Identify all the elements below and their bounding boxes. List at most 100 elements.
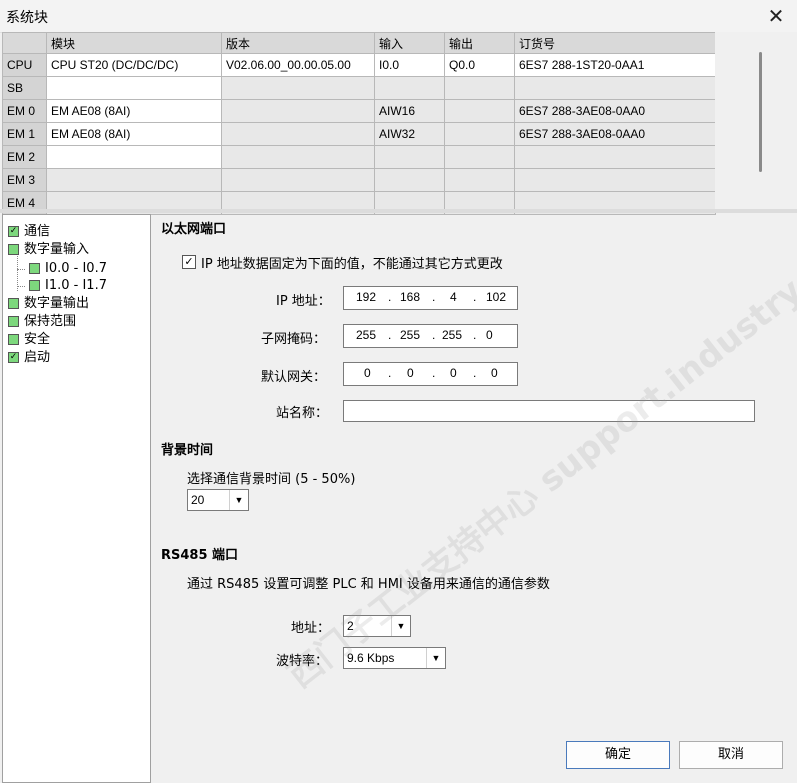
tree-item-retentive[interactable]: 保持范围 bbox=[8, 313, 76, 331]
slot-cell: CPU bbox=[2, 53, 47, 77]
module-cell[interactable] bbox=[46, 168, 222, 192]
table-row[interactable]: SB bbox=[2, 76, 716, 100]
module-cell[interactable] bbox=[46, 76, 222, 100]
baud-rate-select[interactable]: 9.6 Kbps ▼ bbox=[343, 647, 446, 669]
order-cell bbox=[514, 168, 716, 192]
input-cell: AIW32 bbox=[374, 122, 445, 146]
rs485-heading: RS485 端口 bbox=[161, 548, 239, 563]
col-header-slot bbox=[2, 32, 47, 54]
checked-box-icon: ✓ bbox=[8, 351, 19, 363]
col-header-output: 输出 bbox=[444, 32, 515, 54]
green-box-icon bbox=[8, 315, 19, 327]
close-icon[interactable]: ✕ bbox=[763, 3, 789, 29]
chevron-down-icon: ▼ bbox=[391, 616, 410, 636]
output-cell bbox=[444, 122, 515, 146]
splitter[interactable] bbox=[0, 209, 797, 213]
checked-box-icon: ✓ bbox=[8, 225, 19, 237]
subnet-mask-input[interactable]: 255 . 255 . 255 . 0 bbox=[343, 324, 518, 348]
fixed-ip-label: IP 地址数据固定为下面的值，不能通过其它方式更改 bbox=[201, 257, 503, 272]
version-cell: V02.06.00_00.00.05.00 bbox=[221, 53, 375, 77]
background-time-select[interactable]: 20 ▼ bbox=[187, 489, 249, 511]
baud-label: 波特率： bbox=[276, 654, 329, 669]
order-cell bbox=[514, 145, 716, 169]
order-cell: 6ES7 288-1ST20-0AA1 bbox=[514, 53, 716, 77]
title-bar: 系统块 ✕ bbox=[0, 0, 797, 33]
output-cell bbox=[444, 76, 515, 100]
ip-address-input[interactable]: 192 . 168 . 4 . 102 bbox=[343, 286, 518, 310]
tree-connector bbox=[17, 269, 25, 270]
table-row[interactable]: EM 3 bbox=[2, 168, 716, 192]
col-header-order: 订货号 bbox=[514, 32, 716, 54]
input-cell bbox=[374, 76, 445, 100]
ip-label: IP 地址： bbox=[276, 294, 331, 309]
window-title: 系统块 bbox=[6, 10, 48, 26]
green-box-icon bbox=[8, 243, 19, 255]
slot-cell: SB bbox=[2, 76, 47, 100]
address-label: 地址： bbox=[291, 621, 331, 636]
version-cell bbox=[221, 145, 375, 169]
table-row[interactable]: EM 1 EM AE08 (8AI) AIW32 6ES7 288-3AE08-… bbox=[2, 122, 716, 146]
table-row[interactable]: EM 2 bbox=[2, 145, 716, 169]
green-box-icon bbox=[8, 333, 19, 345]
fixed-ip-checkbox[interactable]: ✓ bbox=[182, 255, 196, 269]
settings-panel: 以太网端口 ✓ IP 地址数据固定为下面的值，不能通过其它方式更改 IP 地址：… bbox=[151, 214, 797, 783]
output-cell: Q0.0 bbox=[444, 53, 515, 77]
address-select[interactable]: 2 ▼ bbox=[343, 615, 411, 637]
input-cell: AIW16 bbox=[374, 99, 445, 123]
input-cell bbox=[374, 168, 445, 192]
gateway-input[interactable]: 0 . 0 . 0 . 0 bbox=[343, 362, 518, 386]
col-header-module: 模块 bbox=[46, 32, 222, 54]
version-cell bbox=[221, 122, 375, 146]
output-cell bbox=[444, 168, 515, 192]
output-cell bbox=[444, 99, 515, 123]
slot-cell: EM 3 bbox=[2, 168, 47, 192]
module-table: 模块 版本 输入 输出 订货号 CPU CPU ST20 (DC/DC/DC) … bbox=[2, 32, 716, 215]
order-cell: 6ES7 288-3AE08-0AA0 bbox=[514, 122, 716, 146]
table-scrollbar[interactable] bbox=[715, 32, 797, 209]
order-cell bbox=[514, 76, 716, 100]
settings-tree: ✓ 通信 数字量输入 I0.0 - I0.7 I1.0 - I1.7 数字量输出 … bbox=[2, 214, 151, 783]
module-cell[interactable]: CPU ST20 (DC/DC/DC) bbox=[46, 53, 222, 77]
green-box-icon bbox=[8, 297, 19, 309]
order-cell: 6ES7 288-3AE08-0AA0 bbox=[514, 99, 716, 123]
background-select-label: 选择通信背景时间 (5 - 50%) bbox=[187, 472, 356, 487]
station-name-input[interactable] bbox=[343, 400, 755, 422]
green-box-icon bbox=[29, 262, 40, 274]
table-row[interactable]: CPU CPU ST20 (DC/DC/DC) V02.06.00_00.00.… bbox=[2, 53, 716, 77]
chevron-down-icon: ▼ bbox=[229, 490, 248, 510]
tree-item-digital-output[interactable]: 数字量输出 bbox=[8, 295, 89, 313]
version-cell bbox=[221, 76, 375, 100]
background-heading: 背景时间 bbox=[161, 443, 214, 458]
tree-item-i1[interactable]: I1.0 - I1.7 bbox=[29, 277, 107, 295]
table-row[interactable]: EM 0 EM AE08 (8AI) AIW16 6ES7 288-3AE08-… bbox=[2, 99, 716, 123]
input-cell: I0.0 bbox=[374, 53, 445, 77]
slot-cell: EM 2 bbox=[2, 145, 47, 169]
tree-item-i0[interactable]: I0.0 - I0.7 bbox=[29, 260, 107, 278]
green-box-icon bbox=[29, 279, 40, 291]
input-cell bbox=[374, 145, 445, 169]
ok-button[interactable]: 确定 bbox=[566, 741, 670, 769]
gateway-label: 默认网关： bbox=[261, 370, 327, 385]
module-cell[interactable]: EM AE08 (8AI) bbox=[46, 122, 222, 146]
col-header-input: 输入 bbox=[374, 32, 445, 54]
tree-item-digital-input[interactable]: 数字量输入 bbox=[8, 241, 89, 259]
tree-item-startup[interactable]: ✓ 启动 bbox=[8, 349, 50, 367]
slot-cell: EM 1 bbox=[2, 122, 47, 146]
chevron-down-icon: ▼ bbox=[426, 648, 445, 668]
ethernet-heading: 以太网端口 bbox=[161, 222, 227, 237]
tree-item-communication[interactable]: ✓ 通信 bbox=[8, 223, 50, 241]
slot-cell: EM 0 bbox=[2, 99, 47, 123]
version-cell bbox=[221, 168, 375, 192]
cancel-button[interactable]: 取消 bbox=[679, 741, 783, 769]
subnet-label: 子网掩码： bbox=[261, 332, 327, 347]
col-header-version: 版本 bbox=[221, 32, 375, 54]
tree-item-security[interactable]: 安全 bbox=[8, 331, 50, 349]
output-cell bbox=[444, 145, 515, 169]
module-cell[interactable]: EM AE08 (8AI) bbox=[46, 99, 222, 123]
tree-connector bbox=[17, 286, 25, 287]
rs485-description: 通过 RS485 设置可调整 PLC 和 HMI 设备用来通信的通信参数 bbox=[187, 577, 550, 592]
station-label: 站名称： bbox=[276, 406, 329, 421]
version-cell bbox=[221, 99, 375, 123]
module-cell[interactable] bbox=[46, 145, 222, 169]
scrollbar-thumb[interactable] bbox=[759, 52, 762, 172]
